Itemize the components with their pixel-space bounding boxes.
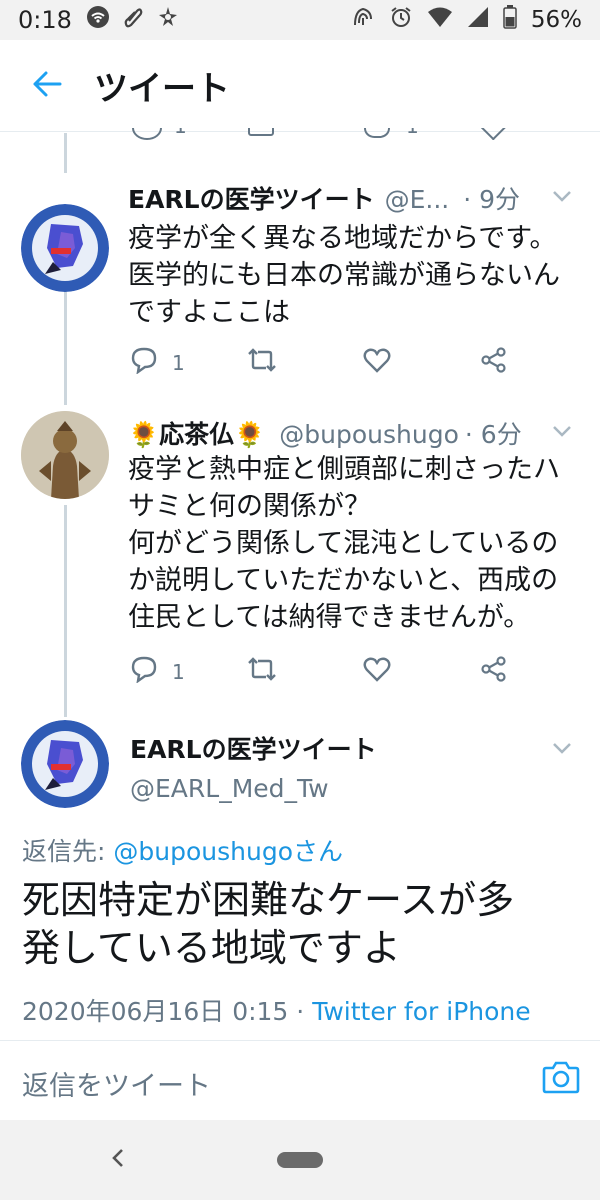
like-button[interactable] bbox=[362, 655, 392, 688]
reply-to-mention[interactable]: @bupoushugoさん bbox=[113, 837, 343, 866]
back-button[interactable] bbox=[0, 40, 94, 132]
like-button[interactable] bbox=[362, 346, 392, 379]
share-button[interactable] bbox=[480, 346, 508, 379]
like-icon bbox=[362, 346, 392, 379]
reply-icon bbox=[130, 346, 158, 379]
avatar[interactable] bbox=[21, 720, 109, 808]
wifi-signal-icon bbox=[427, 6, 453, 34]
author-name-suffix: 🌻 bbox=[234, 420, 266, 449]
battery-icon bbox=[503, 5, 517, 35]
main-author-handle[interactable]: @EARL_Med_Tw bbox=[130, 774, 329, 803]
share-icon bbox=[480, 655, 508, 688]
back-arrow-icon bbox=[32, 70, 62, 102]
reply-to-line: 返信先: @bupoushugoさん bbox=[22, 832, 343, 868]
tweet-item[interactable]: EARLの医学ツイート @E... · 9分 疫学が全く異なる地域だからです。 … bbox=[0, 170, 600, 405]
author-handle[interactable]: @bupoushugo bbox=[279, 420, 459, 449]
signal-icon bbox=[467, 6, 489, 34]
avatar[interactable] bbox=[21, 204, 109, 292]
main-author-name[interactable]: EARLの医学ツイート bbox=[130, 730, 377, 766]
reply-composer[interactable]: 返信をツイート bbox=[0, 1042, 600, 1118]
author-name-prefix: 🌻 bbox=[128, 420, 160, 449]
cast-icon bbox=[156, 5, 180, 35]
main-tweet-text: 死因特定が困難なケースが多 発している地域ですよ bbox=[22, 878, 515, 970]
tweet-text: 疫学と熱中症と側頭部に刺さったハ サミと何の関係が？ 何がどう関係して混沌として… bbox=[128, 454, 560, 633]
author-handle[interactable]: @E... bbox=[385, 185, 450, 214]
page-title: ツイート bbox=[94, 69, 230, 109]
divider bbox=[0, 1040, 600, 1041]
reply-count: 1 bbox=[172, 659, 185, 684]
reply-button[interactable]: 1 bbox=[130, 346, 185, 379]
retweet-icon bbox=[246, 346, 278, 379]
retweet-icon bbox=[246, 655, 278, 688]
link-icon bbox=[122, 5, 144, 35]
chevron-left-icon bbox=[110, 1147, 126, 1173]
status-bar: 0:18 56% bbox=[0, 0, 600, 40]
meta-separator: · bbox=[288, 997, 313, 1026]
author-name[interactable]: 応茶仏 bbox=[159, 415, 234, 451]
reply-button[interactable]: 1 bbox=[130, 655, 185, 688]
nfc-icon bbox=[351, 5, 375, 35]
reply-count: 1 bbox=[172, 350, 185, 375]
system-home-button[interactable] bbox=[277, 1152, 323, 1168]
camera-icon[interactable] bbox=[542, 1060, 580, 1098]
partial-action-row: 1 1 bbox=[0, 128, 600, 140]
like-icon bbox=[362, 655, 392, 688]
reply-to-label: 返信先: bbox=[22, 837, 106, 866]
share-icon bbox=[480, 346, 508, 379]
system-nav-bar bbox=[0, 1120, 600, 1200]
status-time: 0:18 bbox=[18, 6, 72, 34]
wifi-icon bbox=[86, 5, 110, 35]
tweet-item[interactable]: 🌻 応茶仏 🌻 @bupoushugo · 6分 疫学と熱中症と側頭部に刺さった… bbox=[0, 405, 600, 705]
tweet-time[interactable]: · 6分 bbox=[465, 415, 522, 451]
alarm-icon bbox=[389, 5, 413, 35]
chevron-down-icon[interactable] bbox=[552, 740, 572, 759]
tweet-time[interactable]: · 9分 bbox=[463, 180, 520, 216]
reply-icon bbox=[130, 655, 158, 688]
tweet-text: 疫学が全く異なる地域だからです。 医学的にも日本の常識が通らないん ですよここは bbox=[128, 223, 560, 328]
chevron-down-icon[interactable] bbox=[552, 423, 572, 442]
retweet-button[interactable] bbox=[246, 655, 278, 688]
avatar[interactable] bbox=[21, 411, 109, 499]
tweet-datetime: 2020年06月16日 0:15 bbox=[22, 997, 289, 1026]
reply-input-placeholder[interactable]: 返信をツイート bbox=[22, 1064, 211, 1103]
author-name[interactable]: EARLの医学ツイート bbox=[128, 180, 375, 216]
share-button[interactable] bbox=[480, 655, 508, 688]
retweet-button[interactable] bbox=[246, 346, 278, 379]
system-back-button[interactable] bbox=[100, 1142, 136, 1178]
tweet-meta: 2020年06月16日 0:15 · Twitter for iPhone bbox=[22, 992, 531, 1028]
chevron-down-icon[interactable] bbox=[552, 188, 572, 207]
top-app-bar: ツイート bbox=[0, 40, 600, 132]
battery-percent: 56% bbox=[530, 7, 582, 33]
tweet-source[interactable]: Twitter for iPhone bbox=[312, 997, 530, 1026]
